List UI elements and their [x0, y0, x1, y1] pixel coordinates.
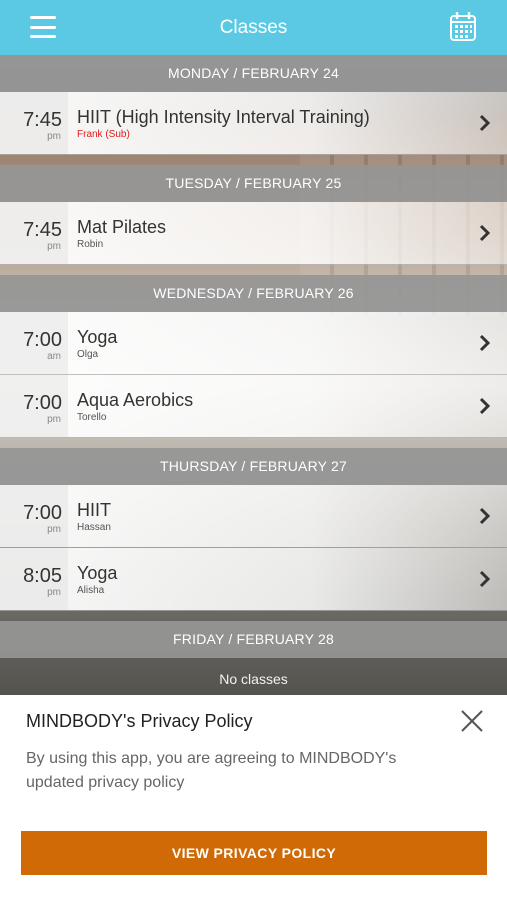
- class-name: Mat Pilates: [77, 217, 167, 237]
- privacy-body: By using this app, you are agreeing to M…: [26, 750, 397, 791]
- day-header: MONDAY / FEBRUARY 24: [0, 55, 507, 92]
- chevron-right-icon: [479, 224, 491, 242]
- class-info: HIIT Hassan: [68, 485, 507, 547]
- class-name: Yoga: [77, 563, 118, 583]
- class-instructor: Hassan: [77, 522, 111, 533]
- class-row[interactable]: 7:45 pm HIIT (High Intensity Interval Tr…: [0, 92, 507, 155]
- time-box: 7:45 pm: [0, 92, 68, 154]
- day-header: FRIDAY / FEBRUARY 28: [0, 621, 507, 658]
- calendar-icon[interactable]: [449, 11, 477, 42]
- class-name: Yoga: [77, 327, 118, 347]
- class-instructor: Frank (Sub): [77, 129, 130, 140]
- class-time: 7:45: [23, 219, 62, 241]
- class-ampm: pm: [47, 241, 61, 252]
- class-info: Aqua Aerobics Torello: [68, 375, 507, 437]
- class-name: HIIT: [77, 500, 111, 520]
- class-info: Mat Pilates Robin: [68, 202, 507, 264]
- day-header: WEDNESDAY / FEBRUARY 26: [0, 275, 507, 312]
- class-row[interactable]: 7:00 pm Aqua Aerobics Torello: [0, 375, 507, 438]
- class-time: 7:00: [23, 329, 62, 351]
- time-box: 7:00 pm: [0, 485, 68, 547]
- class-row[interactable]: 7:00 pm HIIT Hassan: [0, 485, 507, 548]
- chevron-right-icon: [479, 507, 491, 525]
- class-ampm: pm: [47, 587, 61, 598]
- class-ampm: pm: [47, 414, 61, 425]
- class-name: HIIT (High Intensity Interval Training): [77, 107, 370, 127]
- class-time: 7:45: [23, 109, 62, 131]
- class-time: 7:00: [23, 392, 62, 414]
- class-time: 7:00: [23, 502, 62, 524]
- class-time: 8:05: [23, 565, 62, 587]
- time-box: 7:00 pm: [0, 375, 68, 437]
- top-bar: Classes: [0, 0, 507, 55]
- class-row[interactable]: 8:05 pm Yoga Alisha: [0, 548, 507, 611]
- class-info: Yoga Olga: [68, 312, 507, 374]
- class-row[interactable]: 7:45 pm Mat Pilates Robin: [0, 202, 507, 265]
- time-box: 8:05 pm: [0, 548, 68, 610]
- class-instructor: Torello: [77, 412, 107, 423]
- class-instructor: Olga: [77, 349, 99, 360]
- class-ampm: am: [47, 351, 61, 362]
- class-name: Aqua Aerobics: [77, 390, 194, 410]
- time-box: 7:45 pm: [0, 202, 68, 264]
- hamburger-menu-icon[interactable]: [30, 16, 56, 38]
- chevron-right-icon: [479, 570, 491, 588]
- close-icon[interactable]: [461, 710, 483, 732]
- day-header: TUESDAY / FEBRUARY 25: [0, 165, 507, 202]
- no-classes-text: No classes: [219, 671, 288, 687]
- class-schedule-list: MONDAY / FEBRUARY 24 7:45 pm HIIT (High …: [0, 55, 507, 695]
- chevron-right-icon: [479, 334, 491, 352]
- privacy-title: MINDBODY's Privacy Policy: [26, 711, 253, 731]
- page-title: Classes: [219, 16, 288, 38]
- class-instructor: Robin: [77, 239, 104, 250]
- class-instructor: Alisha: [77, 585, 105, 596]
- class-info: HIIT (High Intensity Interval Training) …: [68, 92, 507, 154]
- view-privacy-policy-button[interactable]: VIEW PRIVACY POLICY: [21, 831, 487, 875]
- chevron-right-icon: [479, 114, 491, 132]
- time-box: 7:00 am: [0, 312, 68, 374]
- class-ampm: pm: [47, 131, 61, 142]
- privacy-policy-banner: MINDBODY's Privacy Policy By using this …: [0, 695, 507, 900]
- class-info: Yoga Alisha: [68, 548, 507, 610]
- class-ampm: pm: [47, 524, 61, 535]
- class-row[interactable]: 7:00 am Yoga Olga: [0, 312, 507, 375]
- chevron-right-icon: [479, 397, 491, 415]
- day-header: THURSDAY / FEBRUARY 27: [0, 448, 507, 485]
